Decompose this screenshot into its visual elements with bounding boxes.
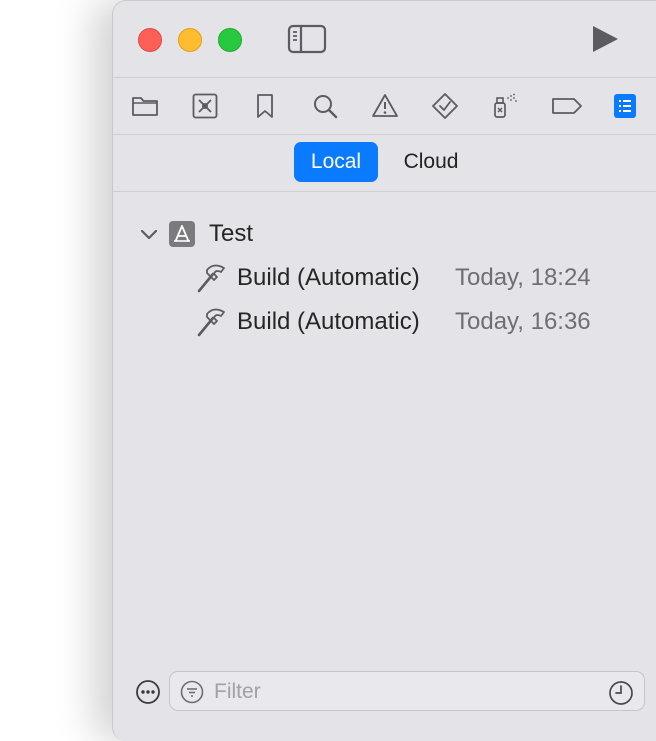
build-time: Today, 16:36 xyxy=(455,308,591,335)
minimize-button[interactable] xyxy=(178,28,202,52)
filter-input[interactable] xyxy=(212,676,596,708)
test-diamond-icon xyxy=(432,93,458,119)
source-control-navigator-tab[interactable] xyxy=(191,92,219,120)
sidebar-left-icon xyxy=(287,24,327,54)
debug-navigator-tab[interactable] xyxy=(491,92,519,120)
title-bar xyxy=(113,1,656,77)
filter-field[interactable] xyxy=(169,671,645,711)
xcode-navigator-window: Local Cloud Test Build (Automatic) Today… xyxy=(112,0,656,741)
app-target-icon xyxy=(169,221,195,247)
find-navigator-tab[interactable] xyxy=(311,92,339,120)
filter-bar xyxy=(113,669,656,719)
navigator-selector-bar xyxy=(113,78,656,134)
warning-triangle-icon xyxy=(372,94,398,117)
report-list-icon xyxy=(614,94,636,118)
filter-icon xyxy=(180,680,204,704)
project-name: Test xyxy=(209,220,254,247)
source-control-icon xyxy=(192,93,218,119)
issue-navigator-tab[interactable] xyxy=(371,92,399,120)
build-label: Build (Automatic) xyxy=(237,264,420,291)
breakpoint-navigator-tab[interactable] xyxy=(551,92,583,120)
folder-icon xyxy=(132,97,158,116)
maximize-button[interactable] xyxy=(218,28,242,52)
debug-spray-icon xyxy=(494,93,517,118)
more-options-button[interactable] xyxy=(135,679,161,705)
magnifying-glass-icon xyxy=(314,95,338,119)
sidebar-toggle-button[interactable] xyxy=(287,23,327,55)
play-icon xyxy=(593,26,618,52)
clock-icon[interactable] xyxy=(608,680,634,706)
project-navigator-tab[interactable] xyxy=(131,92,159,120)
run-button[interactable] xyxy=(589,23,621,55)
chevron-down-icon xyxy=(140,229,158,240)
local-segment[interactable]: Local xyxy=(294,142,378,182)
ellipsis-circle-icon xyxy=(136,680,160,704)
build-label: Build (Automatic) xyxy=(237,308,420,335)
test-navigator-tab[interactable] xyxy=(431,92,459,120)
hammer-icon xyxy=(197,308,225,337)
scope-segmented-control: Local Cloud xyxy=(113,134,656,191)
cloud-segment[interactable]: Cloud xyxy=(389,142,473,182)
bookmark-icon xyxy=(257,94,273,118)
breakpoint-tag-icon xyxy=(552,98,582,114)
report-navigator-tab[interactable] xyxy=(611,92,639,120)
close-button[interactable] xyxy=(138,28,162,52)
hammer-icon xyxy=(197,264,225,293)
bookmark-navigator-tab[interactable] xyxy=(251,92,279,120)
build-time: Today, 18:24 xyxy=(455,264,591,291)
scope-divider xyxy=(113,191,656,192)
